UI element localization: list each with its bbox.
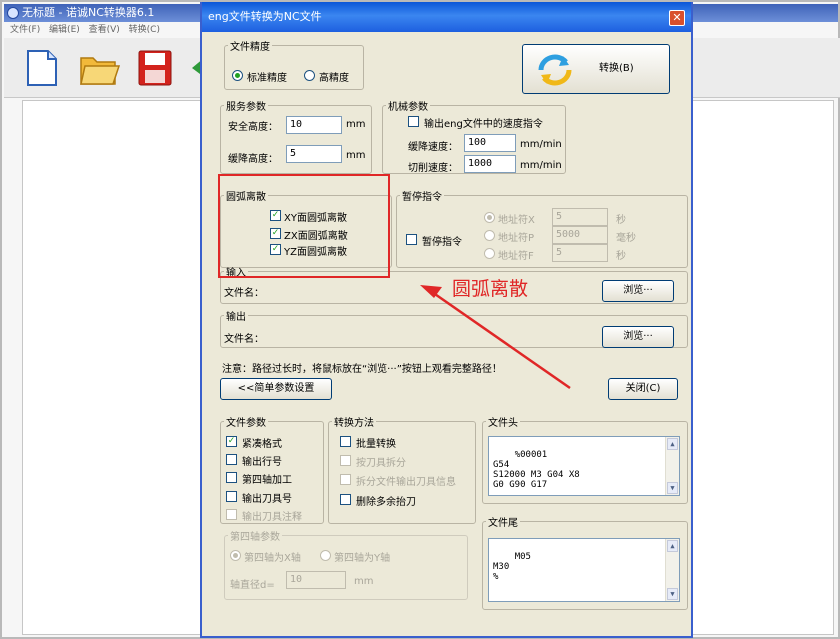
annotation-arrow <box>420 285 571 390</box>
annotation-label: 圆弧离散 <box>452 278 529 300</box>
